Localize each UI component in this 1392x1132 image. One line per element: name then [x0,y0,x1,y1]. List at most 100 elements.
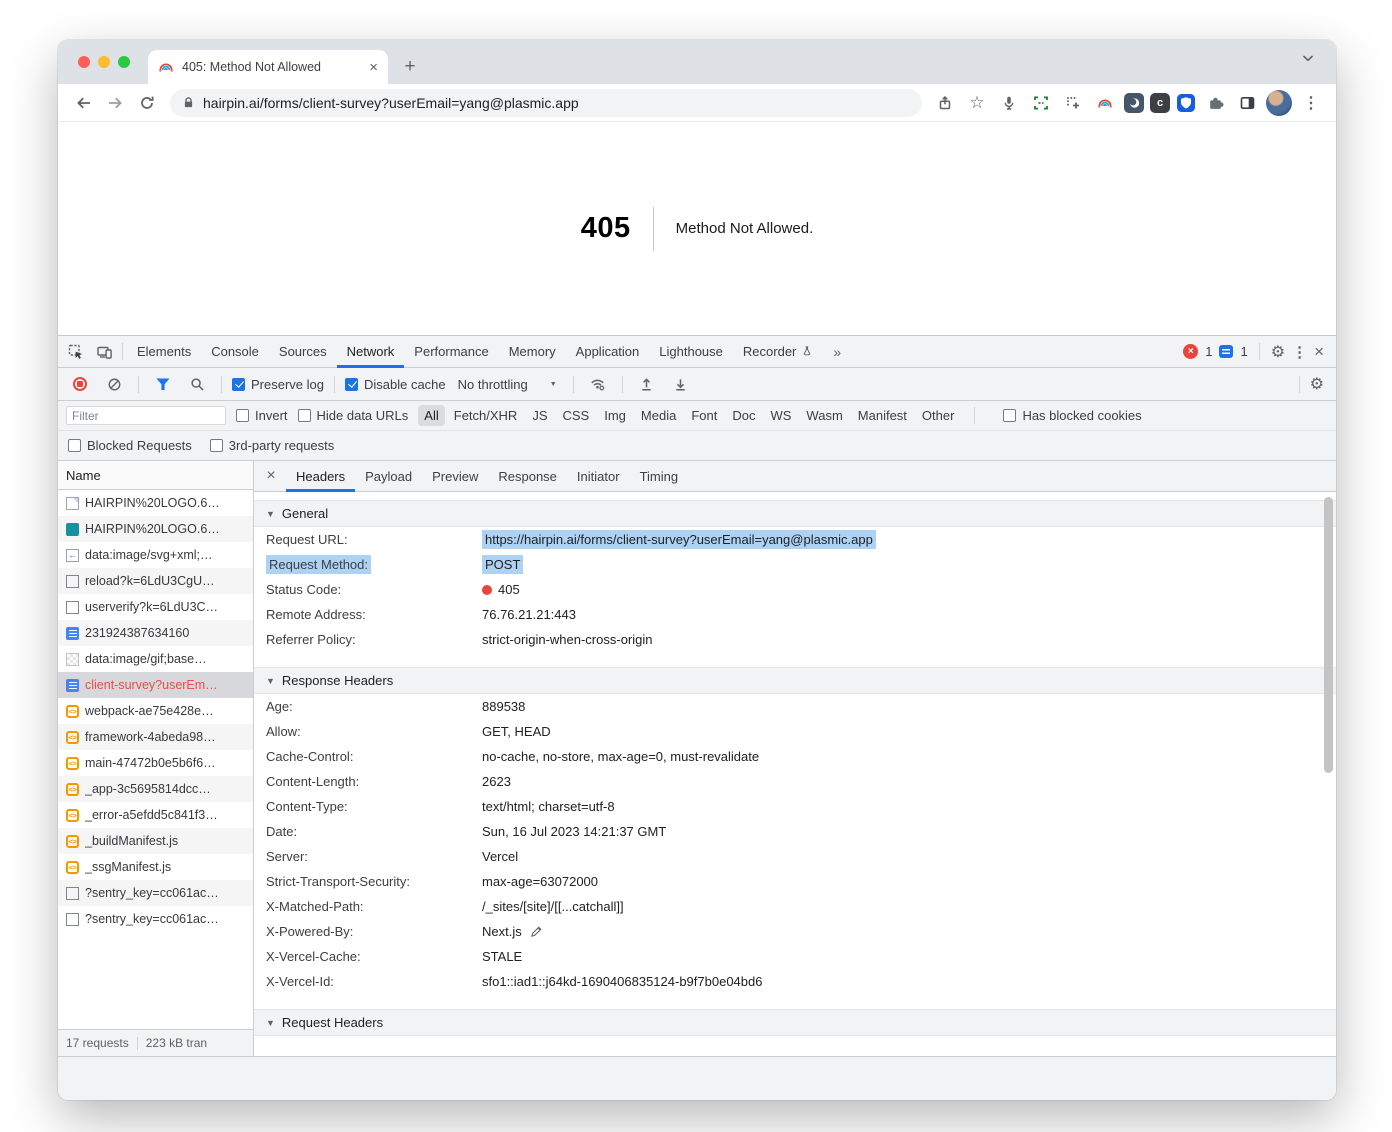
filter-type-img[interactable]: Img [598,405,632,426]
section-header-request-headers[interactable]: ▼Request Headers [254,1009,1336,1036]
tab-close-icon[interactable]: × [369,60,378,75]
filter-input[interactable] [66,406,226,425]
inspect-element-icon[interactable] [62,336,90,367]
request-row[interactable]: <>main-47472b0e5b6f6… [58,750,253,776]
record-network-log-icon[interactable] [66,368,94,400]
devtools-settings-gear-icon[interactable]: ⚙ [1271,342,1285,362]
address-bar[interactable]: hairpin.ai/forms/client-survey?userEmail… [170,89,922,117]
request-row[interactable]: <>_error-a5efdd5c841f3… [58,802,253,828]
request-row[interactable]: <>webpack-ae75e428e… [58,698,253,724]
export-har-icon[interactable] [667,368,695,400]
panel-tab-network[interactable]: Network [337,336,405,367]
clear-network-log-icon[interactable] [100,368,128,400]
request-row[interactable]: <>_app-3c5695814dcc… [58,776,253,802]
filter-type-doc[interactable]: Doc [726,405,761,426]
shield-extension-icon[interactable] [1176,93,1196,113]
request-row[interactable]: HAIRPIN%20LOGO.6… [58,516,253,542]
request-row[interactable]: ?sentry_key=cc061ac… [58,880,253,906]
import-har-icon[interactable] [633,368,661,400]
device-toolbar-icon[interactable] [90,336,118,367]
preserve-log-checkbox[interactable]: Preserve log [232,377,324,392]
forward-icon[interactable] [102,90,128,116]
details-tab-payload[interactable]: Payload [355,461,422,491]
new-tab-button[interactable]: + [396,53,424,81]
filter-type-ws[interactable]: WS [764,405,797,426]
blocked-requests-checkbox-box[interactable] [68,439,81,452]
filter-type-other[interactable]: Other [916,405,961,426]
console-errors-icon[interactable]: × [1183,344,1198,359]
details-tab-headers[interactable]: Headers [286,461,355,491]
minimize-window-button[interactable] [98,56,110,68]
search-icon[interactable] [183,368,211,400]
crescent-extension-icon[interactable] [1124,93,1144,113]
details-tab-response[interactable]: Response [488,461,567,491]
details-tab-initiator[interactable]: Initiator [567,461,630,491]
filter-funnel-icon[interactable] [149,368,177,400]
filter-type-wasm[interactable]: Wasm [800,405,848,426]
console-messages-icon[interactable] [1219,345,1233,358]
name-column-header[interactable]: Name [58,461,253,490]
browser-tab[interactable]: 405: Method Not Allowed × [148,50,388,84]
disable-cache-checkbox[interactable]: Disable cache [345,377,446,392]
hide-data-urls-checkbox-box[interactable] [298,409,311,422]
request-row[interactable]: reload?k=6LdU3CgU… [58,568,253,594]
request-row[interactable]: userverify?k=6LdU3C… [58,594,253,620]
browser-menu-kebab-icon[interactable]: ⋮ [1298,90,1324,116]
filter-type-all[interactable]: All [418,405,444,426]
panel-tab-console[interactable]: Console [201,336,269,367]
disable-cache-checkbox-box[interactable] [345,378,358,391]
invert-checkbox[interactable]: Invert [236,408,288,423]
panel-tab-sources[interactable]: Sources [269,336,337,367]
filter-type-css[interactable]: CSS [557,405,596,426]
c-extension-icon[interactable]: c [1150,93,1170,113]
request-row[interactable]: data:image/gif;base… [58,646,253,672]
network-conditions-icon[interactable] [584,368,612,400]
tab-search-chevron-icon[interactable] [1302,54,1314,62]
section-header-general[interactable]: ▼General [254,500,1336,527]
request-row[interactable]: <>framework-4abeda98… [58,724,253,750]
microphone-icon[interactable] [996,90,1022,116]
console-errors-count[interactable]: 1 [1205,344,1212,359]
request-row[interactable]: <>_buildManifest.js [58,828,253,854]
add-dots-icon[interactable] [1060,90,1086,116]
third-party-checkbox[interactable]: 3rd-party requests [210,438,335,453]
edit-pencil-icon[interactable] [522,925,543,938]
throttling-dropdown[interactable]: No throttling ▼ [452,377,563,392]
invert-checkbox-box[interactable] [236,409,249,422]
console-messages-count[interactable]: 1 [1240,344,1247,359]
panel-tab-lighthouse[interactable]: Lighthouse [649,336,733,367]
has-blocked-cookies-checkbox[interactable]: Has blocked cookies [1003,408,1141,423]
has-blocked-cookies-checkbox-box[interactable] [1003,409,1016,422]
share-icon[interactable] [932,90,958,116]
panel-tab-performance[interactable]: Performance [404,336,498,367]
extensions-puzzle-icon[interactable] [1202,90,1228,116]
details-tab-preview[interactable]: Preview [422,461,488,491]
hide-data-urls-checkbox[interactable]: Hide data URLs [298,408,409,423]
screenshot-frame-icon[interactable] [1028,90,1054,116]
panel-tab-application[interactable]: Application [566,336,650,367]
close-window-button[interactable] [78,56,90,68]
devtools-close-icon[interactable]: × [1314,342,1324,362]
third-party-checkbox-box[interactable] [210,439,223,452]
filter-type-fetch-xhr[interactable]: Fetch/XHR [448,405,524,426]
filter-type-media[interactable]: Media [635,405,682,426]
profile-avatar[interactable] [1266,90,1292,116]
request-row[interactable]: client-survey?userEm… [58,672,253,698]
request-row[interactable]: HAIRPIN%20LOGO.6… [58,490,253,516]
request-row[interactable]: ?sentry_key=cc061ac… [58,906,253,932]
panel-tab-elements[interactable]: Elements [127,336,201,367]
blocked-requests-checkbox[interactable]: Blocked Requests [68,438,192,453]
section-header-response-headers[interactable]: ▼Response Headers [254,667,1336,694]
request-row[interactable]: ←data:image/svg+xml;… [58,542,253,568]
panel-tab-memory[interactable]: Memory [499,336,566,367]
request-row[interactable]: <>_ssgManifest.js [58,854,253,880]
reload-icon[interactable] [134,90,160,116]
more-panels-icon[interactable]: » [823,344,851,360]
preserve-log-checkbox-box[interactable] [232,378,245,391]
filter-type-font[interactable]: Font [685,405,723,426]
filter-type-manifest[interactable]: Manifest [852,405,913,426]
zoom-window-button[interactable] [118,56,130,68]
devtools-menu-kebab-icon[interactable]: ⋮ [1292,343,1307,361]
filter-type-js[interactable]: JS [526,405,553,426]
rainbow-extension-icon[interactable] [1092,90,1118,116]
